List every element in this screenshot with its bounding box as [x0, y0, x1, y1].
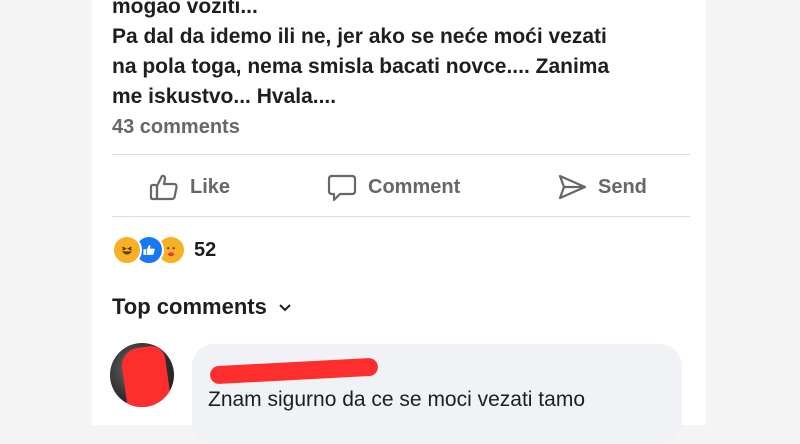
thumbs-up-icon: [149, 174, 178, 201]
reaction-count: 52: [194, 238, 217, 261]
post-card: mogao voziti... Pa dal da idemo ili ne, …: [92, 0, 706, 444]
top-comments-label: Top comments: [112, 294, 267, 319]
comment-bubble: Znam sigurno da ce se moci vezati tamo: [192, 344, 682, 444]
comment-button[interactable]: Comment: [326, 160, 460, 214]
post-action-bar: Like Comment Send: [112, 160, 690, 214]
comment-author[interactable]: [209, 357, 379, 385]
post-line: na pola toga, nema smisla bacati novce..…: [112, 55, 610, 78]
comment-bubble-icon: [327, 174, 357, 202]
send-button[interactable]: Send: [556, 160, 647, 214]
redaction-scribble: [119, 344, 173, 407]
like-button[interactable]: Like: [148, 160, 230, 214]
avatar[interactable]: [110, 343, 174, 407]
comment-label: Comment: [368, 175, 461, 198]
redacted-name: [209, 357, 379, 385]
like-label: Like: [190, 175, 231, 198]
divider: [112, 154, 690, 155]
haha-icon: [112, 235, 142, 265]
post-line: Pa dal da idemo ili ne, jer ako se neće …: [112, 25, 607, 48]
post-line: mogao voziti...: [112, 0, 258, 18]
send-label: Send: [598, 175, 647, 198]
divider: [112, 216, 690, 217]
send-icon: [558, 174, 587, 200]
comment-text: Znam sigurno da ce se moci vezati tamo: [208, 388, 585, 411]
top-comments-filter[interactable]: Top comments: [112, 294, 293, 320]
post-line: me iskustvo... Hvala....: [112, 85, 337, 108]
post-body: mogao voziti... Pa dal da idemo ili ne, …: [112, 0, 702, 112]
reactions-summary[interactable]: 52: [112, 234, 216, 266]
chevron-down-icon: [279, 304, 291, 312]
comments-count-link[interactable]: 43 comments: [112, 116, 240, 139]
